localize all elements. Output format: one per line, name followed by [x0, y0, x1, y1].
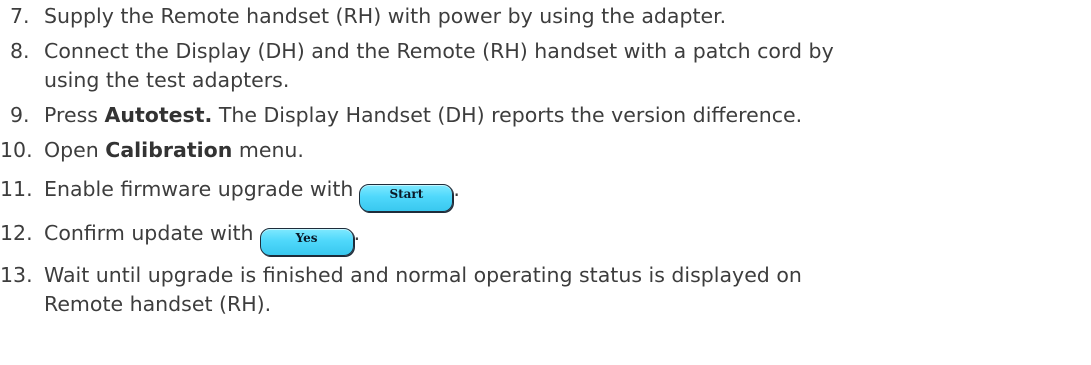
step-number: 9.	[10, 103, 30, 127]
yes-button-image: Yes	[259, 228, 354, 256]
step-text: Enable firmware upgrade with Start.	[44, 175, 1091, 212]
step-text-line-1: Connect the Display (DH) and the Remote …	[44, 39, 834, 63]
step-text-suffix: .	[353, 221, 361, 245]
step-text: Open Calibration menu.	[44, 136, 1091, 165]
yes-button-label: Yes	[295, 231, 318, 245]
step-text-line-2: Remote handset (RH).	[44, 292, 272, 316]
step-number: 7.	[10, 4, 30, 28]
start-button-image: Start	[359, 184, 454, 212]
instruction-list: 7. Supply the Remote handset (RH) with p…	[0, 0, 1091, 365]
step-text: Connect the Display (DH) and the Remote …	[44, 37, 1091, 95]
step-text: Confirm update with Yes.	[44, 219, 1091, 256]
step-text-line-1: Wait until upgrade is finished and norma…	[44, 263, 802, 287]
step-text-prefix: Enable firmware upgrade with	[44, 177, 354, 201]
step-text: Press Autotest. The Display Handset (DH)…	[44, 101, 1091, 130]
step-number: 8.	[10, 39, 30, 63]
step-text-suffix: The Display Handset (DH) reports the ver…	[212, 103, 803, 127]
step-text-suffix: menu.	[232, 138, 304, 162]
step-number: 13.	[0, 263, 33, 287]
calibration-label: Calibration	[105, 138, 233, 162]
step-text: Supply the Remote handset (RH) with powe…	[44, 4, 727, 28]
step-number: 11.	[0, 177, 33, 201]
step-number: 12.	[0, 221, 33, 245]
step-text-prefix: Press	[44, 103, 105, 127]
autotest-label: Autotest.	[104, 103, 213, 127]
step-text-suffix: .	[453, 177, 460, 201]
step-text-prefix: Open	[44, 138, 106, 162]
step-text-line-2: using the test adapters.	[44, 68, 290, 92]
step-text-prefix: Confirm update with	[44, 221, 254, 245]
step-text: Wait until upgrade is finished and norma…	[44, 261, 1091, 319]
step-number: 10.	[0, 138, 33, 162]
start-button-label: Start	[389, 187, 424, 201]
